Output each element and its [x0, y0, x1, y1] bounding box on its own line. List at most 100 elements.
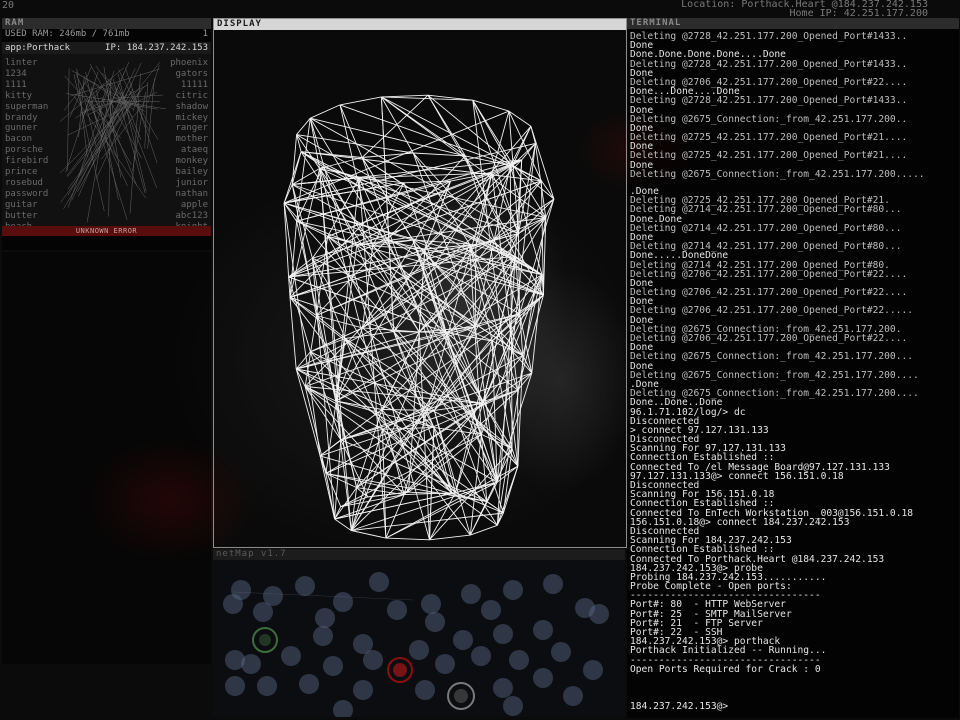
netmap-node-icon[interactable]	[363, 650, 383, 670]
mini-wireframe-edge	[84, 99, 97, 147]
netmap-node-icon[interactable]	[299, 674, 319, 694]
process-app-name: app:Porthack	[5, 43, 71, 53]
netmap-node-icon[interactable]	[509, 650, 529, 670]
netmap-node-icon[interactable]	[589, 604, 609, 624]
wireframe-edge	[296, 313, 520, 370]
wireframe-edge	[429, 492, 456, 541]
netmap-node-icon[interactable]	[425, 612, 445, 632]
mini-wireframe-edge	[85, 71, 99, 128]
netmap-node-icon[interactable]	[353, 680, 373, 700]
netmap-node-icon[interactable]	[481, 600, 501, 620]
netmap-node-icon[interactable]	[281, 646, 301, 666]
netmap-node-icon[interactable]	[315, 608, 335, 628]
unknown-error-bar[interactable]: UNKNOWN ERROR	[2, 226, 211, 236]
home-node-icon[interactable]	[252, 627, 278, 653]
wireframe-edge	[351, 530, 386, 539]
netmap-node-icon[interactable]	[225, 676, 245, 696]
terminal-line: Deleting @2675_Connection:_from_42.251.1…	[630, 351, 914, 363]
terminal-panel-title: TERMINAL	[627, 18, 959, 29]
wireframe-edge	[408, 248, 426, 493]
process-app-ip: IP: 184.237.242.153	[105, 43, 208, 53]
netmap-node-icon[interactable]	[563, 686, 583, 706]
netmap-node-icon[interactable]	[471, 646, 491, 666]
mini-wireframe-edge	[147, 78, 155, 149]
mini-wireframe-edge	[129, 90, 159, 140]
mini-wireframe-edge	[73, 74, 105, 212]
netmap-node-icon[interactable]	[415, 680, 435, 700]
mini-wireframe-edge	[129, 73, 141, 214]
netmap-node-icon[interactable]	[333, 700, 353, 717]
wireframe-edge	[327, 236, 518, 391]
netmap-node-icon[interactable]	[313, 626, 333, 646]
netmap-node-icon[interactable]	[409, 640, 429, 660]
netmap-node-icon[interactable]	[369, 572, 389, 592]
netmap-node-icon[interactable]	[333, 592, 353, 612]
process-header-porthack[interactable]: app:Porthack IP: 184.237.242.153	[2, 42, 211, 54]
terminal-line: Deleting @2706_42.251.177.200_Opened_Por…	[630, 268, 908, 280]
netmap-node-icon[interactable]	[421, 594, 441, 614]
wireframe-edge	[433, 427, 453, 495]
netmap-node-icon[interactable]	[387, 600, 407, 620]
wireframe-edge	[334, 518, 352, 531]
terminal-output: Deleting @2728_42.251.177.200_Opened_Por…	[627, 29, 959, 674]
netmap-panel: netMap v1.7	[213, 549, 625, 717]
ram-usage: USED RAM: 246mb / 761mb 1	[2, 29, 211, 40]
ram-empty-area	[2, 252, 211, 664]
netmap-node-icon[interactable]	[323, 656, 343, 676]
terminal-line: Deleting @2728_42.251.177.200_Opened_Por…	[630, 31, 908, 42]
wireframe-edge	[385, 494, 405, 539]
terminal-input[interactable]: 184.237.242.153@>	[630, 701, 728, 712]
wireframe-edge	[334, 494, 405, 520]
ram-usage-label: USED RAM: 246mb / 761mb	[5, 29, 130, 39]
mini-wireframe-edge	[76, 68, 88, 158]
mini-wireframe-edge	[67, 68, 70, 171]
netmap-canvas[interactable]	[213, 560, 625, 717]
netmap-node-icon[interactable]	[461, 584, 481, 604]
wireframe-edge	[429, 534, 471, 541]
netmap-node-icon[interactable]	[223, 594, 243, 614]
ram-panel: RAM USED RAM: 246mb / 761mb 1 app:Portha…	[2, 18, 211, 250]
netmap-node-icon[interactable]	[493, 678, 513, 698]
terminal-panel: TERMINAL Deleting @2728_42.251.177.200_O…	[627, 18, 959, 718]
terminal-line: Deleting @2706_42.251.177.200_Opened_Por…	[630, 287, 908, 299]
wireframe-edge	[530, 126, 555, 200]
netmap-node-icon[interactable]	[225, 650, 245, 670]
netmap-node-icon[interactable]	[295, 576, 315, 596]
connected-node-icon[interactable]	[387, 657, 413, 683]
terminal-line: Deleting @2728_42.251.177.200_Opened_Por…	[630, 95, 908, 107]
netmap-node-icon[interactable]	[493, 624, 513, 644]
netmap-node-icon[interactable]	[257, 676, 277, 696]
mini-wireframe-edge	[70, 68, 160, 97]
netmap-node-icon[interactable]	[533, 620, 553, 640]
terminal-line: Deleting @2725_42.251.177.200_Opened_Por…	[630, 132, 908, 144]
netmap-node-icon[interactable]	[503, 580, 523, 600]
netmap-node-icon[interactable]	[583, 660, 603, 680]
wireframe-edge	[381, 94, 429, 98]
netmap-node-icon[interactable]	[543, 574, 563, 594]
top-left-counter: 20	[2, 0, 15, 11]
netmap-node-icon[interactable]	[453, 630, 473, 650]
wireframe-edge	[339, 104, 363, 158]
wireframe-edge	[433, 410, 471, 536]
terminal-line: Deleting @2714_42.251.177.200_Opened_Por…	[630, 222, 902, 234]
wireframe-edge	[283, 202, 290, 277]
selected-node-icon[interactable]	[447, 682, 475, 710]
netmap-node-icon[interactable]	[551, 642, 571, 662]
netmap-node-icon[interactable]	[533, 668, 553, 688]
wireframe-edge	[517, 355, 524, 467]
mini-wireframe-edge	[60, 99, 136, 203]
netmap-node-icon[interactable]	[253, 602, 273, 622]
terminal-line: Deleting @2725_42.251.177.200_Opened_Por…	[630, 150, 908, 162]
display-panel: DISPLAY	[213, 18, 627, 548]
display-panel-title: DISPLAY	[214, 19, 626, 30]
wireframe-edge	[296, 118, 311, 222]
netmap-node-icon[interactable]	[503, 696, 523, 716]
wireframe-edge	[496, 372, 533, 483]
netmap-node-icon[interactable]	[435, 654, 455, 674]
terminal-line: Deleting @2675_Connection:_from_42.251.1…	[630, 113, 908, 125]
mini-wireframe-edge	[89, 99, 128, 220]
mini-wireframe-edge	[59, 67, 125, 122]
terminal-line: Deleting @2675_Connection:_from_42.251.1…	[630, 369, 919, 381]
terminal-line: Deleting @2706_42.251.177.200_Opened_Por…	[630, 305, 914, 317]
